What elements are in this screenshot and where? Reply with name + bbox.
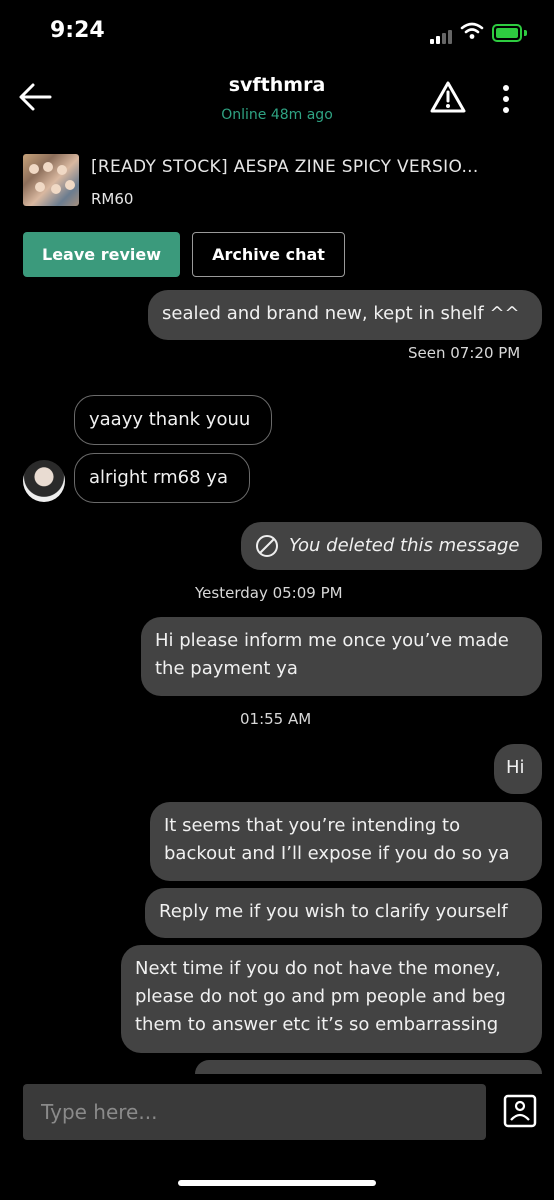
timestamp-divider: Yesterday 05:09 PM — [195, 584, 343, 602]
message-bubble-incoming: alright rm68 ya — [74, 453, 250, 503]
message-bubble-outgoing: Reply me if you wish to clarify yourself — [145, 888, 542, 938]
seen-receipt: Seen 07:20 PM — [408, 344, 521, 362]
presence-status: Online 48m ago — [221, 107, 333, 123]
message-bubble-incoming: yaayy thank youu — [74, 395, 272, 445]
battery-tip — [524, 30, 527, 36]
archive-chat-button[interactable]: Archive chat — [192, 232, 345, 277]
contact-avatar[interactable] — [23, 460, 65, 502]
more-options-icon[interactable] — [498, 84, 514, 116]
status-time: 9:24 — [50, 18, 105, 43]
product-thumbnail[interactable] — [23, 154, 79, 206]
product-price: RM60 — [91, 190, 134, 208]
deleted-message-bubble: You deleted this message — [241, 522, 542, 570]
message-bubble-outgoing: It seems that you’re intending to backou… — [150, 802, 542, 881]
leave-review-button[interactable]: Leave review — [23, 232, 180, 277]
deleted-prohibited-icon — [256, 535, 278, 557]
cellular-signal-icon — [430, 30, 452, 44]
product-title[interactable]: [READY STOCK] AESPA ZINE SPICY VERSIO... — [91, 157, 479, 177]
home-indicator[interactable] — [178, 1180, 376, 1186]
message-bubble-outgoing: Next time if you do not have the money, … — [121, 945, 542, 1053]
deleted-message-text: You deleted this message — [289, 535, 520, 556]
message-bubble-outgoing: sealed and brand new, kept in shelf ^^ — [148, 290, 542, 340]
message-bubble-outgoing: Hi — [494, 744, 542, 794]
chat-username[interactable]: svfthmra — [0, 74, 554, 96]
message-bubble-outgoing: Hi please inform me once you’ve made the… — [141, 617, 542, 696]
wifi-icon — [460, 22, 484, 39]
attach-image-icon[interactable] — [503, 1094, 537, 1128]
message-input[interactable] — [23, 1084, 486, 1140]
battery-icon — [492, 24, 522, 42]
message-bubble-partial — [195, 1060, 542, 1074]
report-warning-icon[interactable] — [430, 80, 466, 114]
timestamp-divider: 01:55 AM — [240, 710, 312, 728]
